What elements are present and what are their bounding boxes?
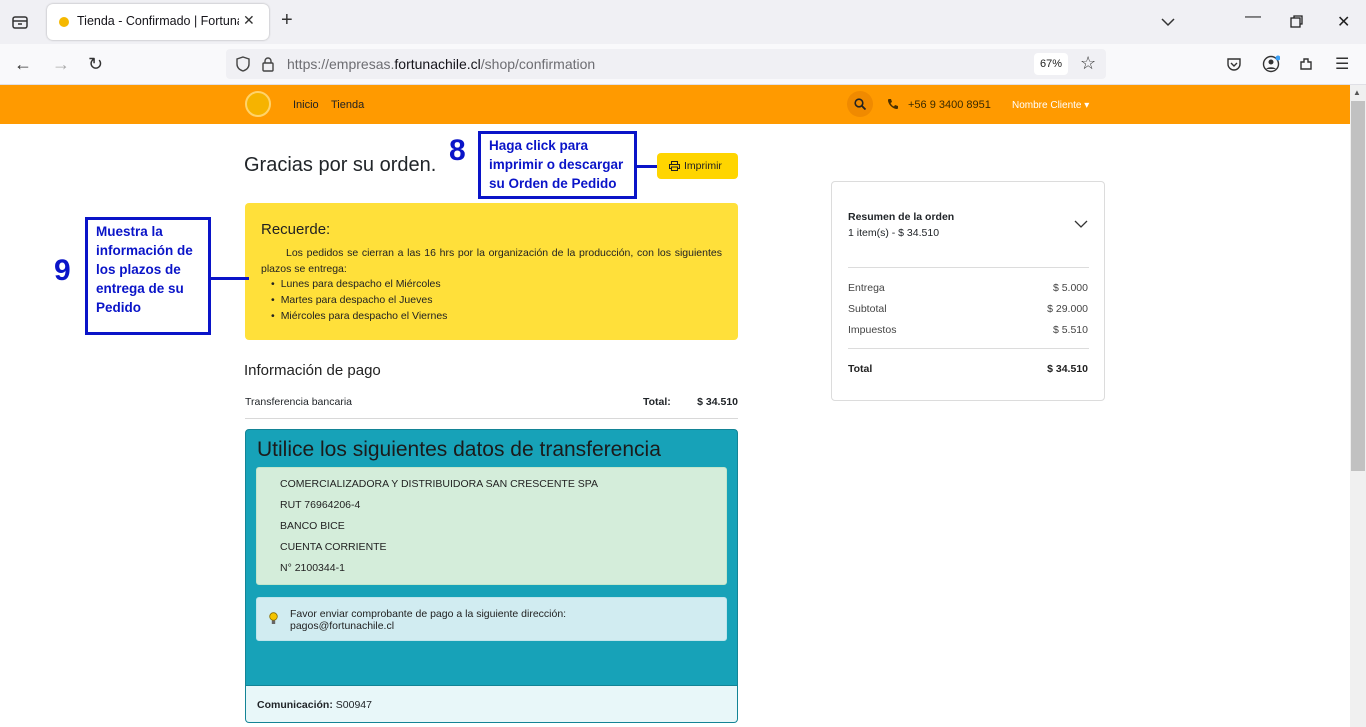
bank-name: BANCO BICE — [280, 520, 345, 532]
url-text[interactable]: https://empresas.fortunachile.cl/shop/co… — [287, 56, 595, 72]
payment-total: $ 34.510 — [697, 396, 738, 408]
logo[interactable] — [245, 91, 271, 117]
hint-email: pagos@fortunachile.cl — [290, 620, 395, 632]
summary-title: Resumen de la orden — [848, 211, 955, 223]
annotation-9: Muestra la información de los plazos de … — [85, 217, 211, 335]
scroll-up-icon[interactable]: ▲ — [1353, 88, 1361, 97]
bank-account-number: N° 2100344-1 — [280, 562, 345, 574]
close-window-icon[interactable]: ✕ — [1337, 12, 1350, 32]
notice-list: Lunes para despacho el Miércoles Martes … — [271, 276, 448, 324]
bookmark-star-icon[interactable]: ☆ — [1080, 53, 1096, 74]
summary-label: Subtotal — [848, 303, 887, 315]
nav-tienda[interactable]: Tienda — [331, 99, 364, 111]
bank-account-type: CUENTA CORRIENTE — [280, 541, 387, 553]
summary-total-value: $ 34.510 — [1047, 363, 1088, 375]
search-button[interactable] — [847, 91, 873, 117]
annotation-connector — [637, 165, 657, 168]
transfer-panel: Utilice los siguientes datos de transfer… — [245, 429, 738, 723]
page-title: Gracias por su orden. — [244, 154, 437, 176]
list-item: Miércoles para despacho el Viernes — [271, 308, 448, 324]
account-icon[interactable] — [1262, 55, 1280, 73]
annotation-number-8: 8 — [449, 134, 466, 167]
list-all-tabs-icon[interactable] — [1160, 14, 1176, 30]
lock-icon[interactable] — [261, 56, 275, 72]
bank-details: COMERCIALIZADORA Y DISTRIBUIDORA SAN CRE… — [256, 467, 727, 585]
summary-value: $ 5.510 — [1052, 324, 1088, 336]
client-menu[interactable]: Nombre Cliente ▾ — [1012, 100, 1089, 111]
url-bar[interactable]: https://empresas.fortunachile.cl/shop/co… — [226, 49, 1106, 79]
browser-tab[interactable]: Tienda - Confirmado | Fortuna ✕ — [47, 4, 269, 40]
tab-title: Tienda - Confirmado | Fortuna — [77, 14, 239, 28]
reload-icon[interactable]: ↻ — [88, 54, 103, 74]
notice-text: Los pedidos se cierran a las 16 hrs por … — [261, 247, 722, 275]
divider — [848, 267, 1089, 268]
delivery-notice: Recuerde: Los pedidos se cierran a las 1… — [245, 203, 738, 340]
summary-label: Impuestos — [848, 324, 897, 336]
annotation-8: Haga click para imprimir o descargar su … — [478, 131, 637, 199]
summary-value: $ 5.000 — [1052, 282, 1088, 294]
hint-line: Favor enviar comprobante de pago a la si… — [290, 608, 567, 620]
communication-row: Comunicación: S00947 — [246, 685, 737, 722]
annotation-connector — [211, 277, 249, 280]
order-summary: Resumen de la orden 1 item(s) - $ 34.510… — [831, 181, 1105, 401]
browser-navbar: ← → ↻ https://empresas.fortunachile.cl/s… — [0, 44, 1366, 85]
list-item: Martes para despacho el Jueves — [271, 292, 447, 308]
payment-row: Transferencia bancaria Total: $ 34.510 — [245, 395, 738, 419]
phone-number[interactable]: +56 9 3400 8951 — [908, 99, 991, 111]
hint-text: Favor enviar comprobante de pago a la si… — [290, 608, 566, 632]
printer-icon — [669, 161, 680, 171]
menu-icon[interactable]: ☰ — [1335, 54, 1349, 74]
divider — [848, 348, 1089, 349]
summary-value: $ 29.000 — [1047, 303, 1088, 315]
nav-inicio[interactable]: Inicio — [293, 99, 319, 111]
back-icon[interactable]: ← — [14, 54, 32, 74]
summary-total-label: Total — [848, 363, 873, 375]
lightbulb-icon — [269, 612, 278, 624]
extensions-icon[interactable] — [1298, 56, 1314, 72]
close-tab-icon[interactable]: ✕ — [243, 12, 255, 29]
minimize-icon[interactable]: — — [1245, 8, 1261, 26]
transfer-title: Utilice los siguientes datos de transfer… — [257, 438, 661, 461]
restore-icon[interactable] — [1290, 15, 1304, 29]
phone-icon — [888, 99, 898, 109]
site-header: Inicio Tienda +56 9 3400 8951 Nombre Cli… — [0, 85, 1350, 124]
tab-list-icon[interactable] — [10, 12, 30, 32]
shield-icon[interactable] — [235, 56, 251, 72]
payment-title: Información de pago — [244, 362, 381, 379]
pocket-icon[interactable] — [1226, 56, 1242, 72]
print-button[interactable]: Imprimir — [657, 153, 738, 179]
list-item: Lunes para despacho el Miércoles — [271, 276, 447, 292]
browser-tabbar: Tienda - Confirmado | Fortuna ✕ + — ✕ — [0, 0, 1366, 44]
summary-label: Entrega — [848, 282, 885, 294]
scrollbar-thumb[interactable] — [1351, 101, 1365, 471]
notice-title: Recuerde: — [261, 221, 331, 238]
forward-icon[interactable]: → — [52, 54, 70, 74]
bank-company: COMERCIALIZADORA Y DISTRIBUIDORA SAN CRE… — [280, 478, 598, 490]
payment-hint: Favor enviar comprobante de pago a la si… — [256, 597, 727, 641]
print-label: Imprimir — [684, 160, 722, 172]
new-tab-icon[interactable]: + — [281, 10, 293, 30]
payment-total-label: Total: — [643, 396, 671, 408]
annotation-number-9: 9 — [54, 254, 71, 287]
payment-method: Transferencia bancaria — [245, 396, 352, 408]
bank-rut: RUT 76964206-4 — [280, 499, 361, 511]
summary-items: 1 item(s) - $ 34.510 — [848, 227, 940, 239]
zoom-indicator[interactable]: 67% — [1034, 53, 1068, 75]
search-icon — [854, 98, 866, 110]
chevron-down-icon[interactable] — [1074, 219, 1088, 229]
favicon-icon — [59, 17, 69, 27]
communication-text: Comunicación: S00947 — [257, 699, 372, 711]
